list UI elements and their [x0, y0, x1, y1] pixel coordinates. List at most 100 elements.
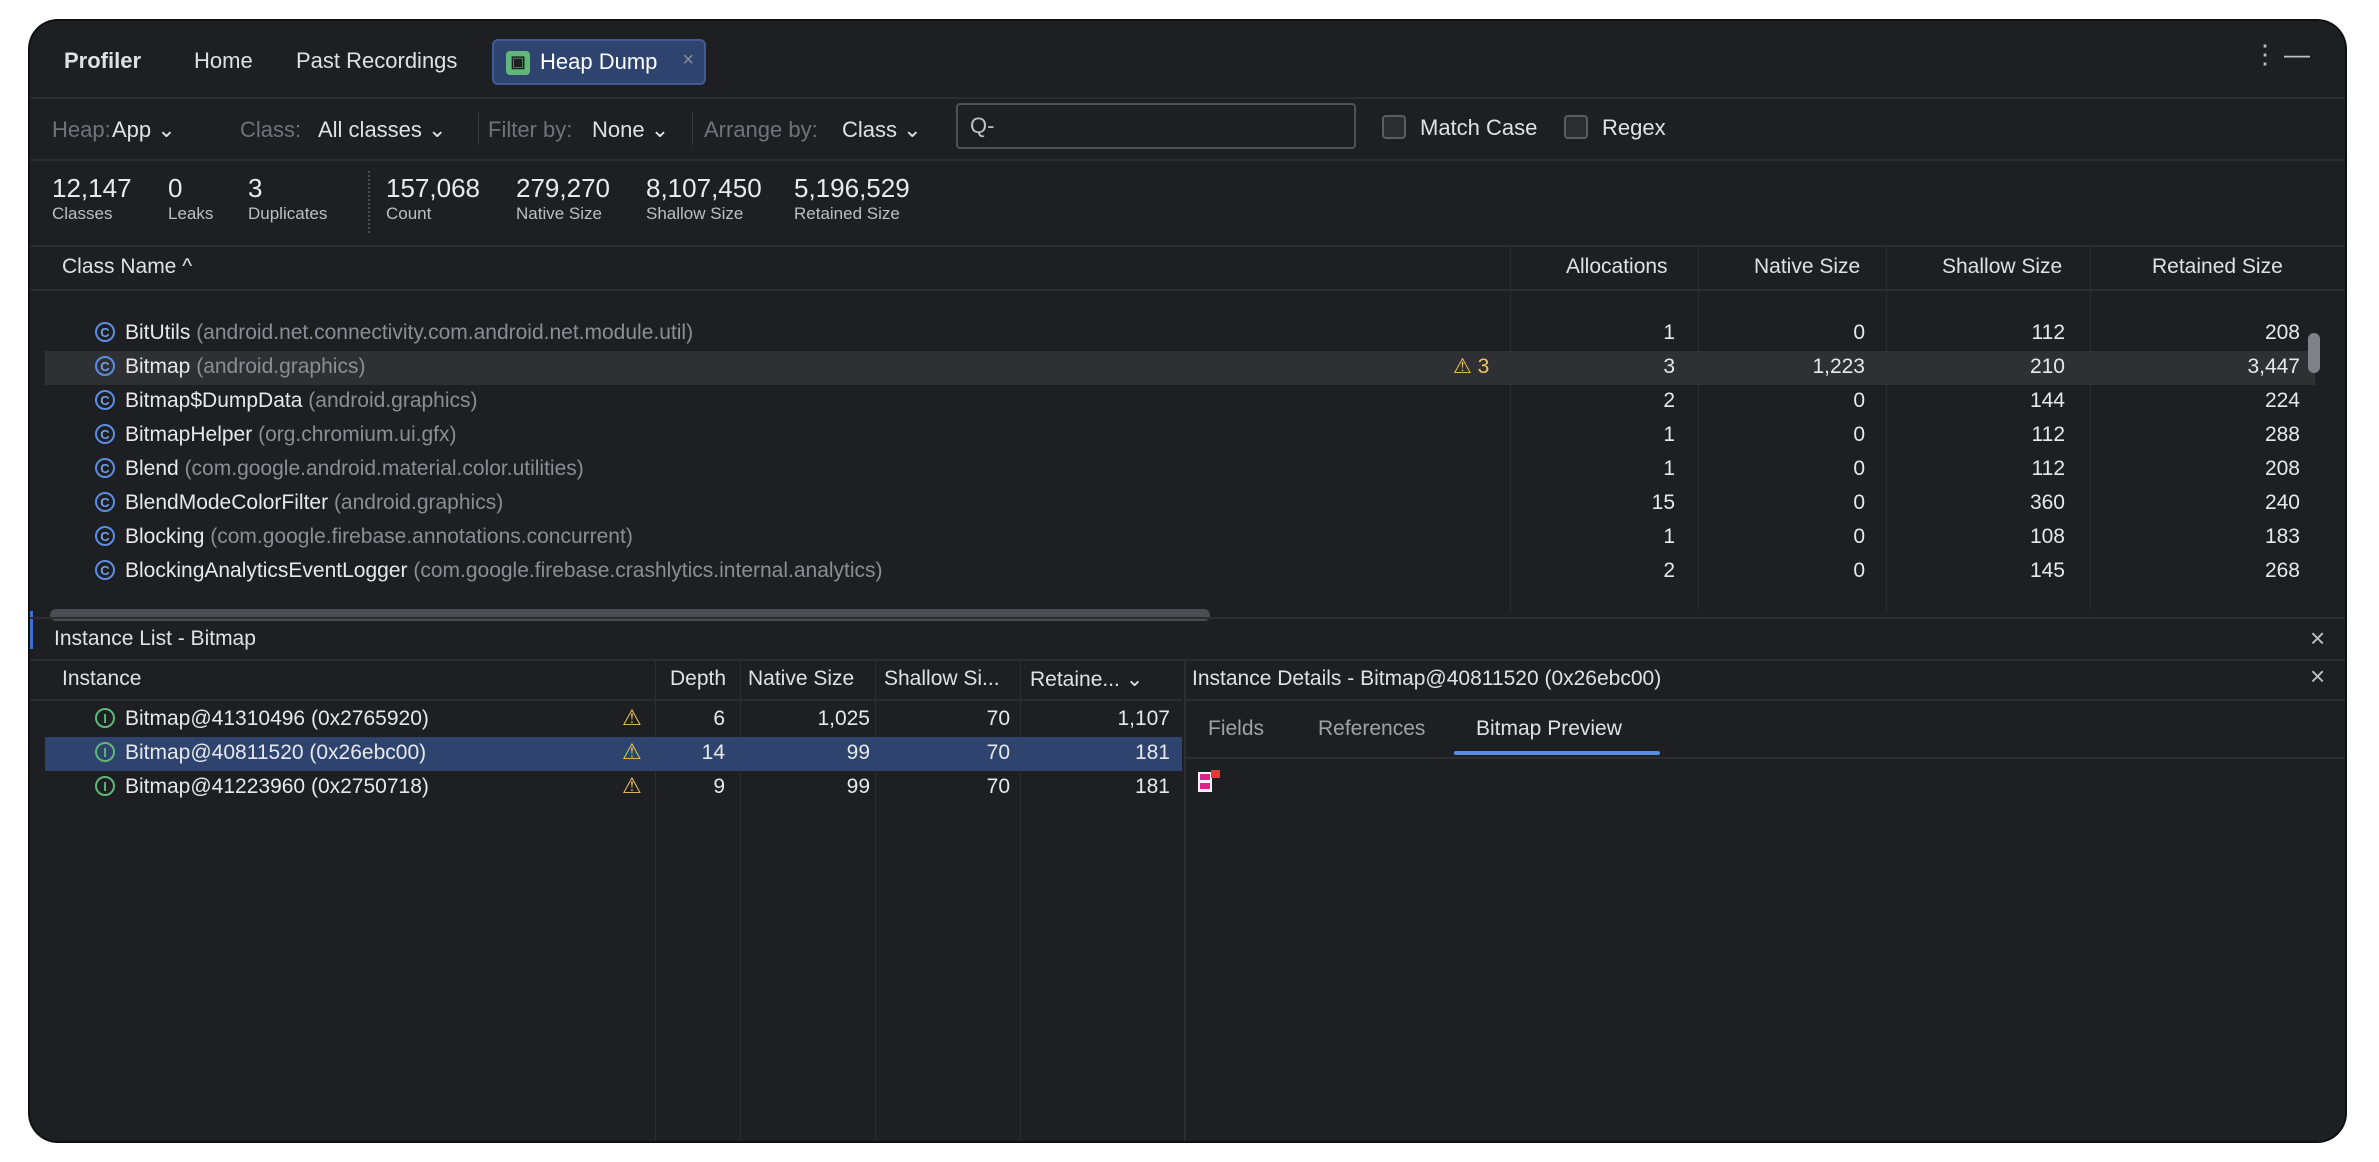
stat-value: 3 [248, 173, 263, 203]
table-row[interactable]: I Bitmap@41310496 (0x2765920) ⚠ 6 1,025 … [45, 703, 1182, 737]
table-row[interactable]: I Bitmap@40811520 (0x26ebc00) ⚠ 14 99 70… [45, 737, 1182, 771]
class-name: BitmapHelper (org.chromium.ui.gfx) [125, 423, 456, 447]
table-row[interactable]: C BlockingAnalyticsEventLogger (com.goog… [45, 555, 2315, 589]
class-package: (com.google.firebase.crashlytics.interna… [413, 559, 883, 582]
filter-value: None [592, 117, 645, 142]
search-input[interactable]: Q- [956, 103, 1356, 149]
class-name: BlockingAnalyticsEventLogger (com.google… [125, 559, 883, 583]
stat-label: Retained Size [794, 204, 900, 223]
header-retained-size[interactable]: Retained Size [2152, 255, 2283, 279]
tab-close-icon[interactable]: × [682, 49, 694, 72]
header-retained-size[interactable]: Retaine... ⌄ [1030, 667, 1143, 692]
stat-value: 8,107,450 [646, 173, 762, 203]
table-row[interactable]: I Bitmap@41223960 (0x2750718) ⚠ 9 99 70 … [45, 771, 1182, 805]
summary-bar: 12,147 Classes 0 Leaks 3 Duplicates 157,068… [30, 161, 2345, 247]
class-dropdown[interactable]: All classes ⌄ [318, 117, 446, 143]
allocations-value: 1 [1663, 525, 1675, 548]
table-row[interactable]: C BlendModeColorFilter (android.graphics… [45, 487, 2315, 521]
filter-dropdown[interactable]: None ⌄ [592, 117, 669, 143]
class-name: Blocking (com.google.firebase.annotation… [125, 525, 633, 549]
more-options-icon[interactable]: ⋮ [2252, 39, 2278, 70]
class-package: (com.google.android.material.color.utili… [184, 457, 584, 480]
bitmap-pink-bottom [1200, 783, 1210, 789]
header-native-size[interactable]: Native Size [748, 667, 854, 691]
filter-bar: Heap: App ⌄ Class: All classes ⌄ Filter … [30, 99, 2345, 161]
table-row[interactable]: C BitUtils (android.net.connectivity.com… [45, 317, 2315, 351]
match-case-checkbox[interactable] [1382, 115, 1406, 139]
divider [478, 113, 479, 145]
stat-native-size: 279,270 Native Size [516, 173, 610, 225]
shallow-size-value: 360 [2029, 491, 2065, 514]
close-icon[interactable]: × [2310, 661, 2325, 692]
tab-past-recordings[interactable]: Past Recordings [296, 41, 457, 81]
instance-icon: I [95, 742, 115, 762]
retained-size-value: 224 [2264, 389, 2300, 412]
native-size-value: 1,025 [817, 707, 870, 730]
class-package: (android.graphics) [308, 389, 478, 412]
regex-checkbox[interactable] [1564, 115, 1588, 139]
header-shallow-size[interactable]: Shallow Size [1942, 255, 2062, 279]
class-value: All classes [318, 117, 422, 142]
retained-size-value: 181 [1134, 741, 1170, 764]
header-instance[interactable]: Instance [62, 667, 141, 691]
allocations-value: 2 [1663, 559, 1675, 582]
class-simple-name: BitUtils [125, 321, 191, 344]
tab-home[interactable]: Home [194, 41, 253, 81]
class-package: (android.graphics) [196, 355, 366, 378]
header-native-size[interactable]: Native Size [1754, 255, 1860, 279]
table-row[interactable]: C Bitmap (android.graphics) ⚠ 3 3 1,223 … [45, 351, 2315, 385]
stat-label: Shallow Size [646, 204, 744, 223]
arrange-dropdown[interactable]: Class ⌄ [842, 117, 922, 143]
class-icon: C [95, 356, 115, 376]
header-allocations[interactable]: Allocations [1566, 255, 1668, 279]
native-size-value: 99 [846, 775, 870, 798]
minimize-icon[interactable]: — [2284, 39, 2310, 70]
instance-icon: I [95, 776, 115, 796]
class-package: (android.graphics) [333, 491, 504, 514]
native-size-value: 99 [846, 741, 870, 764]
table-row[interactable]: C Bitmap$DumpData (android.graphics) 2 0… [45, 385, 2315, 419]
header-class-name[interactable]: Class Name ^ [62, 255, 192, 279]
warning-icon: ⚠ [622, 739, 642, 764]
tab-bitmap-preview[interactable]: Bitmap Preview [1476, 717, 1622, 741]
shallow-size-value: 112 [2031, 321, 2065, 344]
heap-dropdown[interactable]: App ⌄ [112, 117, 176, 143]
stat-label: Duplicates [248, 204, 328, 223]
active-tab-indicator [1454, 751, 1660, 755]
instance-icon: I [95, 708, 115, 728]
header-depth[interactable]: Depth [670, 667, 726, 691]
tab-heap-dump[interactable]: ▣ Heap Dump × [492, 39, 706, 85]
table-row[interactable]: C BitmapHelper (org.chromium.ui.gfx) 1 0… [45, 419, 2315, 453]
class-icon: C [95, 492, 115, 512]
tab-fields[interactable]: Fields [1208, 717, 1264, 741]
shallow-size-value: 144 [2029, 389, 2065, 412]
heap-dump-icon: ▣ [506, 51, 530, 75]
instance-details-title: Instance Details - Bitmap@40811520 (0x26… [1192, 667, 1662, 690]
retained-size-value: 183 [2264, 525, 2300, 548]
native-size-value: 0 [1853, 525, 1865, 548]
native-size-value: 0 [1853, 423, 1865, 446]
bitmap-preview-image [1198, 770, 1220, 792]
native-size-value: 0 [1853, 457, 1865, 480]
retained-size-value: 240 [2264, 491, 2300, 514]
divider [692, 113, 693, 145]
heap-value: App [112, 117, 152, 142]
heap-label: Heap: [52, 117, 111, 142]
stat-shallow-size: 8,107,450 Shallow Size [646, 173, 762, 225]
table-row[interactable]: C Blend (com.google.android.material.col… [45, 453, 2315, 487]
class-simple-name: BitmapHelper [125, 423, 253, 446]
shallow-size-value: 70 [986, 707, 1010, 730]
class-simple-name: Bitmap [125, 355, 191, 378]
depth-value: 9 [713, 775, 725, 798]
instance-name: Bitmap@40811520 (0x26ebc00) [125, 741, 427, 764]
allocations-value: 2 [1663, 389, 1675, 412]
vertical-scrollbar[interactable] [2308, 333, 2320, 373]
close-icon[interactable]: × [2310, 623, 2325, 654]
stat-label: Count [386, 204, 432, 223]
shallow-size-value: 112 [2031, 423, 2065, 446]
table-row[interactable]: C Blocking (com.google.firebase.annotati… [45, 521, 2315, 555]
tab-references[interactable]: References [1318, 717, 1425, 741]
depth-value: 14 [701, 741, 725, 764]
header-shallow-size[interactable]: Shallow Si... [884, 667, 1000, 691]
stat-label: Leaks [168, 204, 214, 223]
